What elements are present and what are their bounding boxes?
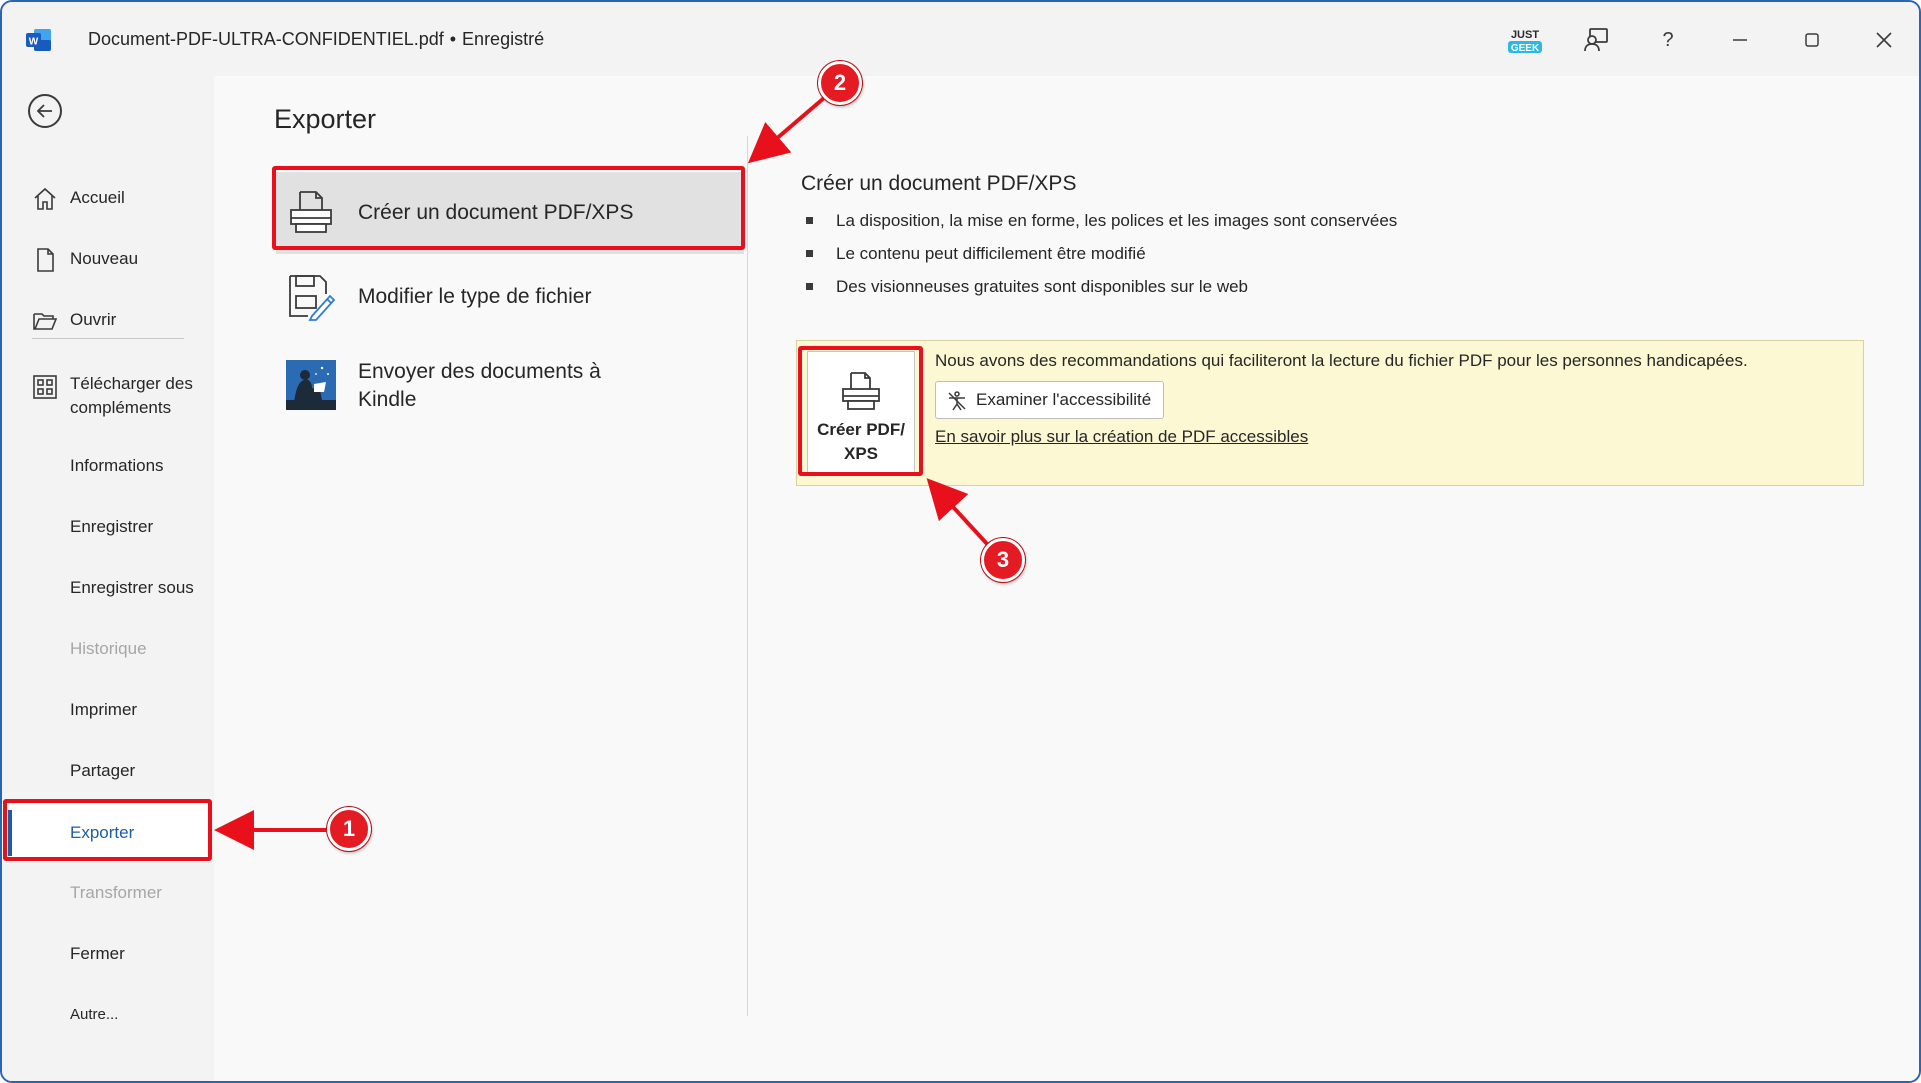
nav-label-complements: Télécharger des compléments (70, 372, 193, 420)
document-name: Document-PDF-ULTRA-CONFIDENTIEL.pdf (88, 29, 444, 49)
option-kindle-line1: Envoyer des documents à (358, 360, 601, 383)
detail-bullet-text: Le contenu peut difficilement être modif… (836, 243, 1146, 263)
close-icon (1876, 32, 1892, 48)
nav-label-nouveau: Nouveau (70, 249, 139, 268)
detail-bullet: La disposition, la mise en forme, les po… (806, 204, 1397, 237)
bullet-square-icon (806, 217, 813, 224)
detail-bullet-list: La disposition, la mise en forme, les po… (806, 204, 1397, 303)
nav-partager[interactable]: Partager (2, 749, 212, 793)
option-kindle-line2: Kindle (358, 388, 417, 411)
coauthor-icon (1584, 28, 1608, 52)
word-window: W Document-PDF-ULTRA-CONFIDENTIEL.pdf • En… (0, 0, 1921, 1083)
folder-open-icon (33, 313, 58, 330)
option-send-to-kindle-label: Envoyer des documents à Kindle (358, 358, 601, 414)
save-status: Enregistré (462, 29, 545, 49)
nav-label-imprimer: Imprimer (70, 700, 138, 719)
accessibility-message: Nous avons des recommandations qui facil… (935, 351, 1748, 370)
change-file-type-icon (289, 275, 336, 321)
nav-label-enregistrer: Enregistrer (70, 517, 154, 536)
check-accessibility-label: Examiner l'accessibilité (976, 390, 1152, 409)
nav-label-accueil: Accueil (70, 188, 125, 207)
kindle-icon (286, 360, 336, 410)
create-pdf-line1: Créer PDF/ (817, 420, 905, 439)
nav-label-exporter: Exporter (70, 823, 135, 842)
title-bar: W Document-PDF-ULTRA-CONFIDENTIEL.pdf • En… (2, 2, 1919, 76)
nav-historique: Historique (2, 627, 212, 671)
nav-fermer[interactable]: Fermer (2, 932, 212, 976)
document-title: Document-PDF-ULTRA-CONFIDENTIEL.pdf • Enre… (88, 29, 544, 50)
home-icon (34, 187, 56, 210)
nav-label-fermer: Fermer (70, 944, 125, 963)
nav-label-enregistrer-sous: Enregistrer sous (70, 578, 194, 597)
pdf-printer-icon (842, 372, 880, 410)
create-pdf-xps-label: Créer PDF/XPS (811, 418, 911, 466)
export-pane: Exporter Créer un document PDF/XPS Modif… (214, 76, 1919, 1081)
option-send-to-kindle[interactable]: Envoyer des documents à Kindle (276, 338, 744, 434)
bullet-square-icon (806, 250, 813, 257)
accessibility-check-icon (948, 391, 966, 411)
nav-label-partager: Partager (70, 761, 136, 780)
option-create-pdf-xps[interactable]: Créer un document PDF/XPS (276, 172, 744, 254)
coauthor-button[interactable] (1576, 20, 1616, 60)
pdf-document-icon (290, 191, 332, 233)
badge-bottom-text: GEEK (1511, 43, 1540, 54)
create-pdf-line2: XPS (843, 444, 879, 463)
new-document-icon (37, 248, 54, 272)
addins-grid-icon (33, 375, 57, 399)
nav-enregistrer-sous[interactable]: Enregistrer sous (2, 566, 212, 610)
minimize-button[interactable] (1720, 20, 1760, 60)
nav-label-autre: Autre... (70, 1005, 119, 1023)
justgeek-badge: JUST GEEK (1508, 29, 1542, 54)
nav-label-transformer: Transformer (70, 883, 162, 902)
detail-bullet-text: La disposition, la mise en forme, les po… (836, 210, 1398, 230)
detail-title: Créer un document PDF/XPS (801, 172, 1077, 195)
nav-label-complements-line1: Télécharger des (70, 374, 193, 393)
close-button[interactable] (1864, 20, 1904, 60)
learn-more-accessible-pdf-link[interactable]: En savoir plus sur la création de PDF ac… (935, 427, 1308, 447)
title-separator: • (449, 29, 457, 49)
word-icon[interactable]: W (26, 28, 52, 52)
accessibility-panel: Créer PDF/XPS Nous avons des recommandat… (796, 340, 1864, 486)
nav-label-historique: Historique (70, 639, 147, 658)
check-accessibility-button[interactable]: Examiner l'accessibilité (935, 381, 1165, 419)
option-create-pdf-xps-label: Créer un document PDF/XPS (358, 201, 634, 224)
detail-bullet: Des visionneuses gratuites sont disponib… (806, 270, 1397, 303)
detail-bullet-text: Des visionneuses gratuites sont disponib… (836, 276, 1249, 296)
create-pdf-xps-button[interactable]: Créer PDF/XPS (807, 351, 915, 473)
page-title: Exporter (274, 104, 377, 134)
help-button[interactable]: ? (1648, 20, 1688, 60)
nav-label-complements-line2: compléments (70, 398, 172, 417)
nav-nouveau[interactable]: Nouveau (2, 237, 212, 281)
nav-accueil[interactable]: Accueil (2, 176, 212, 220)
help-icon: ? (1662, 28, 1674, 51)
nav-enregistrer[interactable]: Enregistrer (2, 505, 212, 549)
options-divider (747, 136, 748, 1016)
nav-ouvrir[interactable]: Ouvrir (2, 298, 212, 342)
bullet-square-icon (806, 283, 813, 290)
nav-exporter[interactable]: Exporter (2, 804, 212, 862)
nav-telecharger-complements[interactable]: Télécharger des compléments (2, 366, 212, 426)
nav-label-ouvrir: Ouvrir (70, 310, 117, 329)
nav-label-informations: Informations (70, 456, 164, 475)
maximize-icon (1805, 33, 1819, 47)
minimize-icon (1733, 39, 1747, 41)
option-change-file-type-label: Modifier le type de fichier (358, 285, 592, 308)
nav-autre[interactable]: Autre... (2, 992, 212, 1036)
maximize-button[interactable] (1792, 20, 1832, 60)
badge-top-text: JUST (1511, 29, 1539, 41)
option-change-file-type[interactable]: Modifier le type de fichier (276, 256, 744, 338)
nav-informations[interactable]: Informations (2, 444, 212, 488)
nav-transformer: Transformer (2, 871, 212, 915)
svg-text:W: W (29, 37, 39, 48)
back-button[interactable] (28, 94, 62, 128)
backstage-sidebar: Accueil Nouveau Ouvrir Télécharger des co… (2, 76, 212, 1081)
detail-bullet: Le contenu peut difficilement être modif… (806, 237, 1397, 270)
nav-divider (32, 338, 184, 339)
arrow-left-icon (36, 104, 52, 118)
nav-imprimer[interactable]: Imprimer (2, 688, 212, 732)
